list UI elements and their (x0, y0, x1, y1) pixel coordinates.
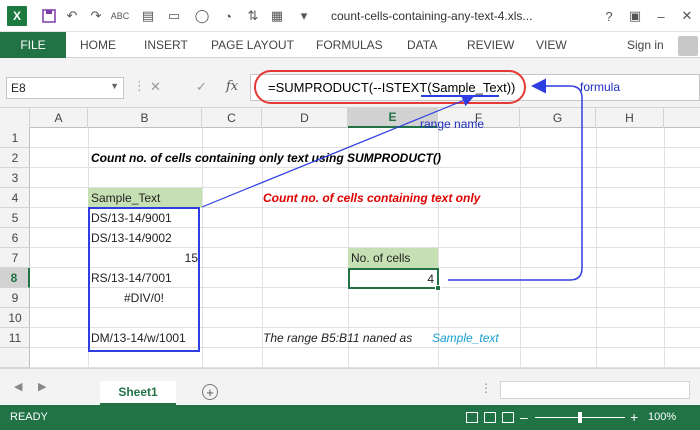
zoom-slider-thumb[interactable] (578, 412, 582, 423)
page-break-view-icon[interactable] (502, 412, 514, 423)
next-sheet-icon[interactable]: ▶ (38, 380, 46, 393)
zoom-out-button[interactable]: – (520, 409, 528, 425)
zoom-level[interactable]: 100% (648, 411, 676, 423)
annotation-arrows (201, 78, 583, 281)
normal-view-icon[interactable] (466, 412, 478, 423)
add-sheet-button[interactable]: + (202, 384, 218, 400)
page-layout-view-icon[interactable] (484, 412, 496, 423)
status-ready: READY (10, 411, 48, 423)
range-name-annotation: range name (420, 117, 485, 131)
prev-sheet-icon[interactable]: ◀ (14, 380, 22, 393)
zoom-in-button[interactable]: + (630, 409, 638, 425)
formula-annotation: formula (580, 80, 621, 94)
scroll-separator-icon[interactable]: ⋮ (480, 381, 492, 395)
status-bar: READY – + 100% (0, 405, 700, 430)
sheet-tab-bar: ◀ ▶ Sheet1 + ⋮ (0, 368, 700, 405)
horizontal-scrollbar[interactable] (500, 381, 690, 399)
sheet-tab-sheet1[interactable]: Sheet1 (100, 381, 176, 405)
